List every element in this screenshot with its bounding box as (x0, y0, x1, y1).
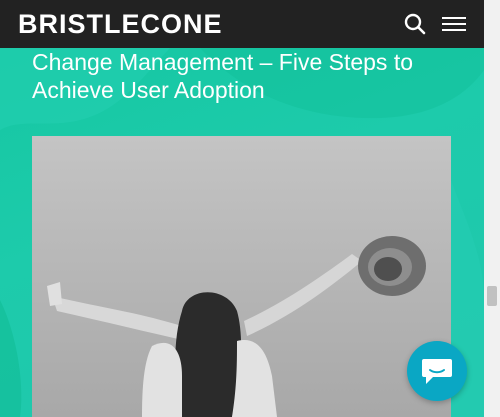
hamburger-menu-icon[interactable] (442, 14, 466, 34)
vertical-scrollbar[interactable] (484, 0, 500, 417)
hero-image (32, 136, 451, 417)
site-header: BRISTLECONE (0, 0, 484, 48)
chat-button[interactable] (407, 341, 467, 401)
chat-bubble-icon (422, 359, 452, 384)
scrollbar-thumb[interactable] (487, 286, 497, 306)
article-title: Change Management – Five Steps to Achiev… (32, 48, 452, 104)
article-title-link[interactable]: Change Management – Five Steps to Achiev… (32, 49, 413, 103)
logo[interactable]: BRISTLECONE (18, 6, 223, 42)
search-icon[interactable] (404, 13, 426, 35)
